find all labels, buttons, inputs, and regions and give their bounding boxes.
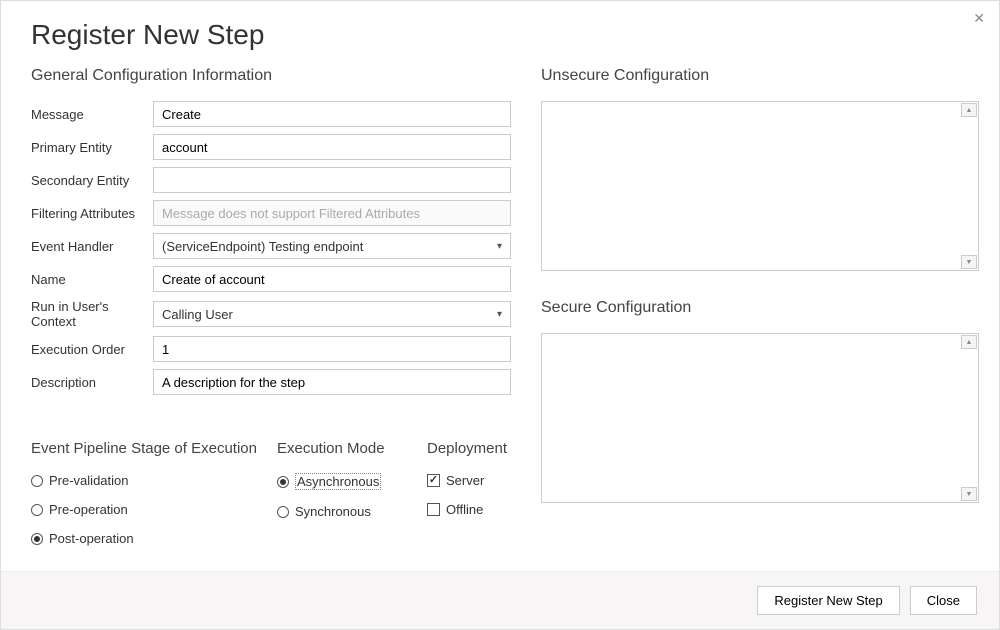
primary-entity-input[interactable] xyxy=(153,134,511,160)
label-message: Message xyxy=(31,107,153,122)
title-bar: Register New Step ✕ xyxy=(1,1,999,51)
lower-groups: Event Pipeline Stage of Execution Pre-va… xyxy=(31,440,511,560)
label-primary-entity: Primary Entity xyxy=(31,140,153,155)
row-message: Message xyxy=(31,101,511,127)
pipeline-stage-header: Event Pipeline Stage of Execution xyxy=(31,440,257,457)
deployment-group: Deployment Server Offline xyxy=(427,440,547,560)
event-handler-select[interactable]: (ServiceEndpoint) Testing endpoint ▾ xyxy=(153,233,511,259)
filtering-attributes-input xyxy=(153,200,511,226)
unsecure-config-box: ▲ ▼ xyxy=(541,101,979,271)
secure-config-box: ▲ ▼ xyxy=(541,333,979,503)
row-execution-order: Execution Order xyxy=(31,336,511,362)
checkbox-server[interactable]: Server xyxy=(427,473,547,488)
scroll-up-icon[interactable]: ▲ xyxy=(961,103,977,117)
run-context-value: Calling User xyxy=(162,307,233,322)
checkbox-label-server: Server xyxy=(446,473,484,488)
label-execution-order: Execution Order xyxy=(31,342,153,357)
checkbox-offline[interactable]: Offline xyxy=(427,502,547,517)
dialog-window: Register New Step ✕ General Configuratio… xyxy=(0,0,1000,630)
close-icon[interactable]: ✕ xyxy=(969,9,989,27)
checkbox-icon xyxy=(427,503,440,516)
radio-label-post-operation: Post-operation xyxy=(49,531,134,546)
secondary-entity-input[interactable] xyxy=(153,167,511,193)
chevron-down-icon: ▾ xyxy=(497,241,502,252)
row-filtering-attributes: Filtering Attributes xyxy=(31,200,511,226)
unsecure-config-header: Unsecure Configuration xyxy=(541,67,979,85)
radio-label-asynchronous: Asynchronous xyxy=(295,473,381,490)
row-run-context: Run in User's Context Calling User ▾ xyxy=(31,299,511,329)
register-new-step-button[interactable]: Register New Step xyxy=(757,586,899,615)
right-column: Unsecure Configuration ▲ ▼ Secure Config… xyxy=(541,67,979,571)
chevron-down-icon: ▾ xyxy=(497,309,502,320)
row-secondary-entity: Secondary Entity xyxy=(31,167,511,193)
execution-order-input[interactable] xyxy=(153,336,511,362)
radio-post-operation[interactable]: Post-operation xyxy=(31,531,257,546)
pipeline-stage-group: Event Pipeline Stage of Execution Pre-va… xyxy=(31,440,257,560)
scroll-down-icon[interactable]: ▼ xyxy=(961,487,977,501)
row-description: Description xyxy=(31,369,511,395)
radio-icon xyxy=(277,506,289,518)
radio-icon xyxy=(31,533,43,545)
close-button[interactable]: Close xyxy=(910,586,977,615)
label-description: Description xyxy=(31,375,153,390)
label-filtering-attributes: Filtering Attributes xyxy=(31,206,153,221)
label-secondary-entity: Secondary Entity xyxy=(31,173,153,188)
dialog-title: Register New Step xyxy=(31,19,264,51)
scroll-down-icon[interactable]: ▼ xyxy=(961,255,977,269)
scroll-up-icon[interactable]: ▲ xyxy=(961,335,977,349)
unsecure-config-textarea[interactable] xyxy=(542,102,960,270)
radio-icon xyxy=(31,504,43,516)
radio-icon xyxy=(277,476,289,488)
general-config-header: General Configuration Information xyxy=(31,67,511,85)
radio-synchronous[interactable]: Synchronous xyxy=(277,504,407,519)
dialog-body: General Configuration Information Messag… xyxy=(1,51,999,571)
checkbox-icon xyxy=(427,474,440,487)
left-column: General Configuration Information Messag… xyxy=(31,67,511,571)
secure-config-header: Secure Configuration xyxy=(541,299,979,317)
radio-pre-operation[interactable]: Pre-operation xyxy=(31,502,257,517)
secure-config-textarea[interactable] xyxy=(542,334,960,502)
description-input[interactable] xyxy=(153,369,511,395)
label-name: Name xyxy=(31,272,153,287)
row-primary-entity: Primary Entity xyxy=(31,134,511,160)
message-input[interactable] xyxy=(153,101,511,127)
radio-label-pre-operation: Pre-operation xyxy=(49,502,128,517)
radio-icon xyxy=(31,475,43,487)
label-run-context: Run in User's Context xyxy=(31,299,153,329)
execution-mode-header: Execution Mode xyxy=(277,440,407,457)
run-context-select[interactable]: Calling User ▾ xyxy=(153,301,511,327)
radio-pre-validation[interactable]: Pre-validation xyxy=(31,473,257,488)
radio-label-pre-validation: Pre-validation xyxy=(49,473,129,488)
event-handler-value: (ServiceEndpoint) Testing endpoint xyxy=(162,239,363,254)
execution-mode-group: Execution Mode Asynchronous Synchronous xyxy=(277,440,407,560)
row-name: Name xyxy=(31,266,511,292)
name-input[interactable] xyxy=(153,266,511,292)
row-event-handler: Event Handler (ServiceEndpoint) Testing … xyxy=(31,233,511,259)
radio-asynchronous[interactable]: Asynchronous xyxy=(277,473,407,490)
radio-label-synchronous: Synchronous xyxy=(295,504,371,519)
dialog-footer: Register New Step Close xyxy=(1,571,999,629)
label-event-handler: Event Handler xyxy=(31,239,153,254)
checkbox-label-offline: Offline xyxy=(446,502,483,517)
deployment-header: Deployment xyxy=(427,440,547,457)
